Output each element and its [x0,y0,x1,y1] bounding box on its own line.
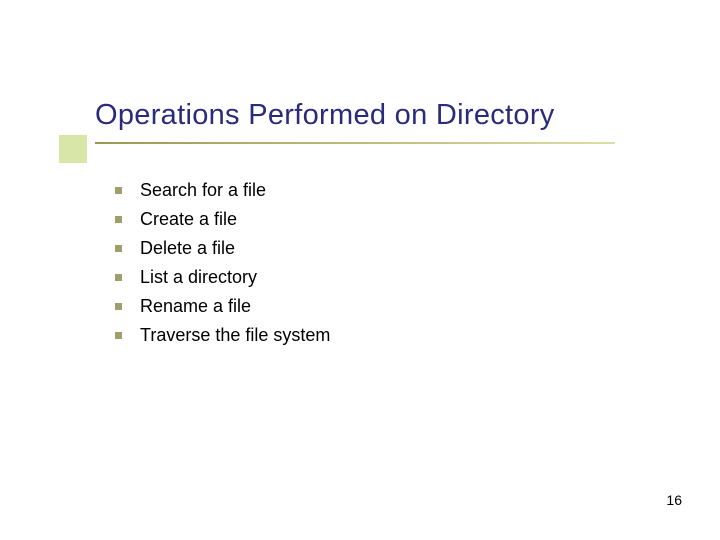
bullet-list: Search for a file Create a file Delete a… [115,180,640,354]
list-item: Delete a file [115,238,640,259]
bullet-icon [115,303,122,310]
list-item-text: List a directory [140,267,257,288]
list-item: Traverse the file system [115,325,640,346]
slide-title-zone: Operations Performed on Directory [95,100,670,132]
bullet-icon [115,245,122,252]
list-item-text: Delete a file [140,238,235,259]
list-item: Search for a file [115,180,640,201]
list-item-text: Create a file [140,209,237,230]
title-underline [95,142,615,144]
list-item-text: Rename a file [140,296,251,317]
list-item-text: Traverse the file system [140,325,330,346]
bullet-icon [115,332,122,339]
slide-title: Operations Performed on Directory [95,100,670,132]
list-item-text: Search for a file [140,180,266,201]
list-item: List a directory [115,267,640,288]
list-item: Rename a file [115,296,640,317]
bullet-icon [115,187,122,194]
bullet-icon [115,274,122,281]
list-item: Create a file [115,209,640,230]
title-accent-square [59,135,87,163]
bullet-icon [115,216,122,223]
page-number: 16 [666,492,682,508]
